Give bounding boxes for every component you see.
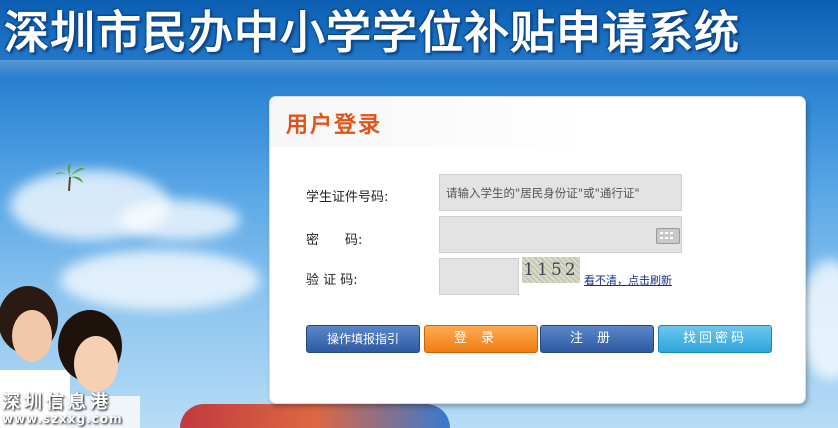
password-label: 密 码: <box>306 233 363 248</box>
captcha-image[interactable]: 1152 <box>522 257 580 283</box>
login-button[interactable]: 登录 <box>424 325 538 353</box>
refresh-captcha-link[interactable]: 看不清，点击刷新 <box>584 272 672 288</box>
captcha-input[interactable] <box>439 258 519 295</box>
password-input[interactable] <box>439 216 682 253</box>
cloud <box>120 200 240 240</box>
recover-password-button[interactable]: 找回密码 <box>658 325 772 353</box>
site-watermark: 深圳信息港 www.szxxg.com <box>2 392 123 427</box>
watermark-url: www.szxxg.com <box>2 412 123 426</box>
register-button[interactable]: 注册 <box>540 325 654 353</box>
captcha-label: 验 证 码: <box>306 273 358 288</box>
palm-tree-icon <box>55 163 85 191</box>
guide-button[interactable]: 操作填报指引 <box>306 325 420 353</box>
student-id-input[interactable] <box>439 174 682 211</box>
keyboard-icon[interactable] <box>656 228 680 244</box>
login-panel: 用户登录 学生证件号码: 密 码: 验 证 码: 1152 看不清，点击刷新 操… <box>270 97 805 403</box>
student-id-label: 学生证件号码: <box>306 190 389 205</box>
system-title: 深圳市民办中小学学位补贴申请系统 <box>4 6 741 59</box>
bottom-decoration <box>180 404 450 428</box>
watermark-text: 深圳信息港 <box>2 392 112 413</box>
login-title: 用户登录 <box>286 113 383 138</box>
